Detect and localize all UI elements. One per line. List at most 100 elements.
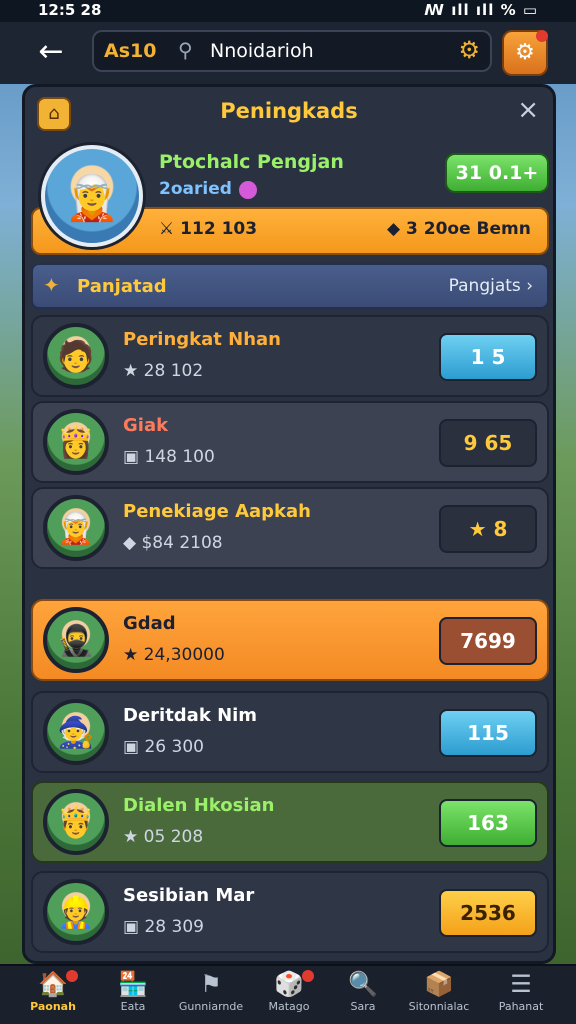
nav-menu[interactable]: ☰ Pahanat	[480, 970, 562, 1024]
avatar: 🥷	[43, 607, 109, 673]
ranking-row-highlighted[interactable]: 🥷 Gdad ★ 24,30000 7699	[31, 599, 549, 681]
ranking-row[interactable]: 👸 Giak ▣ 148 100 9 65	[31, 401, 549, 483]
ranking-row[interactable]: 👷 Sesibian Mar ▣ 28 309 2536	[31, 871, 549, 953]
hero-face-icon: 🧝	[57, 511, 95, 547]
avatar: 🤴	[43, 789, 109, 855]
hero-face-icon: 🥷	[57, 623, 95, 659]
notification-dot	[536, 30, 548, 42]
avatar: 👷	[43, 879, 109, 945]
nav-label: Paonah	[30, 1000, 76, 1013]
nav-label: Pahanat	[498, 1000, 544, 1013]
row-stat-value: $84 2108	[141, 533, 223, 553]
panel-header: ⌂ Peningkads ×	[25, 87, 553, 139]
nav-label: Matago	[268, 1000, 310, 1013]
hero-face-icon: 👸	[57, 425, 95, 461]
row-score-value: 8	[493, 517, 508, 541]
row-stat: ★ 24,30000	[123, 645, 225, 665]
ranking-row[interactable]: 🧝 Penekiage Aapkah ◆ $84 2108 ★ 8	[31, 487, 549, 569]
nav-label: Sitonnialac	[408, 1000, 470, 1013]
row-stat: ★ 28 102	[123, 361, 204, 381]
search-icon: 🔍	[348, 970, 378, 998]
row-score-button[interactable]: ★ 8	[439, 505, 537, 553]
settings-button[interactable]: ⚙	[502, 30, 548, 76]
search-bar[interactable]: As10 ⚲ ⚙	[92, 30, 492, 72]
nav-label: Sara	[350, 1000, 376, 1013]
avatar: 👸	[43, 409, 109, 475]
nav-box[interactable]: 📦 Sitonnialac	[398, 970, 480, 1024]
row-stat-value: 05 208	[143, 827, 204, 847]
chest-icon: 🎲	[274, 970, 304, 998]
avatar: 🧑	[43, 323, 109, 389]
section-link[interactable]: Pangjats ›	[449, 276, 533, 296]
search-icon: ⚲	[178, 38, 193, 62]
gem-icon	[239, 181, 257, 199]
row-stat-value: 24,30000	[143, 645, 225, 665]
status-bar: 12:5 28 ꟿ ıll ıll % ▭	[0, 0, 576, 22]
notification-dot	[66, 970, 78, 982]
player-avatar[interactable]: 🧝	[41, 145, 143, 247]
player-name: Ptochalc Pengjan	[159, 151, 344, 173]
hero-face-icon: 🧑	[57, 339, 95, 375]
row-score-button[interactable]: 1 5	[439, 333, 537, 381]
notification-dot	[302, 970, 314, 982]
trophy-icon: ✦	[43, 273, 60, 297]
close-icon[interactable]: ×	[517, 95, 539, 125]
ranking-row[interactable]: 🤴 Dialen Hkosian ★ 05 208 163	[31, 781, 549, 863]
player-card: 🧝 Ptochalc Pengjan 2oaried 31 0.1+ ⚔ 112…	[31, 139, 549, 257]
avatar: 🧝	[43, 495, 109, 561]
player-subtitle: 2oaried	[159, 179, 232, 199]
bottom-nav: 🏠 Paonah 🏪 Eata ⚑ Gunniarnde 🎲 Matago 🔍 Sara …	[0, 964, 576, 1024]
status-icons: ꟿ ıll ıll % ▭	[424, 1, 538, 19]
nav-label: Eata	[120, 1000, 146, 1013]
shop-icon: 🏪	[118, 970, 148, 998]
box-icon: 📦	[424, 970, 454, 998]
hero-face-icon: 👷	[57, 895, 95, 931]
ranking-panel: ⌂ Peningkads × 🧝 Ptochalc Pengjan 2oarie…	[22, 84, 556, 964]
row-score-button[interactable]: 115	[439, 709, 537, 757]
section-header: ✦ Panjatad Pangjats ›	[31, 263, 549, 309]
nav-label: Gunniarnde	[178, 1000, 244, 1013]
row-score-button[interactable]: 163	[439, 799, 537, 847]
row-stat: ▣ 148 100	[123, 447, 215, 467]
back-arrow-icon[interactable]: ←	[32, 34, 70, 72]
home-icon: 🏠	[38, 970, 68, 998]
row-score-button[interactable]: 9 65	[439, 419, 537, 467]
hero-face-icon: 🧙	[57, 715, 95, 751]
status-time: 12:5 28	[38, 1, 102, 19]
player-stat-gems: ◆ 3 20oe Bemn	[387, 219, 531, 239]
row-stat-value: 26 300	[144, 737, 204, 757]
panel-title: Peningkads	[220, 99, 358, 123]
row-stat-value: 28 309	[144, 917, 204, 937]
nav-home[interactable]: 🏠 Paonah	[12, 970, 94, 1024]
ranking-row[interactable]: 🧑 Peringkat Nhan ★ 28 102 1 5	[31, 315, 549, 397]
row-stat: ★ 05 208	[123, 827, 204, 847]
row-stat-value: 28 102	[143, 361, 204, 381]
menu-icon: ☰	[510, 970, 532, 998]
nav-shop[interactable]: 🏪 Eata	[92, 970, 174, 1024]
row-stat: ▣ 28 309	[123, 917, 204, 937]
player-score-button[interactable]: 31 0.1+	[445, 153, 549, 193]
row-name: Giak	[123, 415, 169, 436]
section-label: Panjatad	[77, 276, 167, 297]
flag-icon: ⚑	[200, 970, 222, 998]
gear-icon[interactable]: ⚙	[458, 36, 480, 64]
hero-face-icon: 🤴	[57, 805, 95, 841]
row-stat: ▣ 26 300	[123, 737, 204, 757]
hero-face-icon: 🧝	[64, 172, 120, 224]
avatar: 🧙	[43, 699, 109, 765]
player-stat-power-value: 112 103	[180, 219, 258, 239]
nav-search[interactable]: 🔍 Sara	[322, 970, 404, 1024]
ranking-row[interactable]: 🧙 Deritdak Nim ▣ 26 300 115	[31, 691, 549, 773]
nav-chest[interactable]: 🎲 Matago	[248, 970, 330, 1024]
search-input[interactable]	[210, 38, 440, 64]
player-level: As10	[104, 40, 157, 62]
row-stat: ◆ $84 2108	[123, 533, 223, 553]
row-name: Sesibian Mar	[123, 885, 255, 906]
player-stat-power: ⚔ 112 103	[159, 219, 258, 239]
row-score-button[interactable]: 7699	[439, 617, 537, 665]
nav-guild[interactable]: ⚑ Gunniarnde	[170, 970, 252, 1024]
row-name: Gdad	[123, 613, 176, 634]
top-bar: ← As10 ⚲ ⚙ ⚙	[0, 22, 576, 84]
row-score-button[interactable]: 2536	[439, 889, 537, 937]
row-stat-value: 148 100	[144, 447, 215, 467]
